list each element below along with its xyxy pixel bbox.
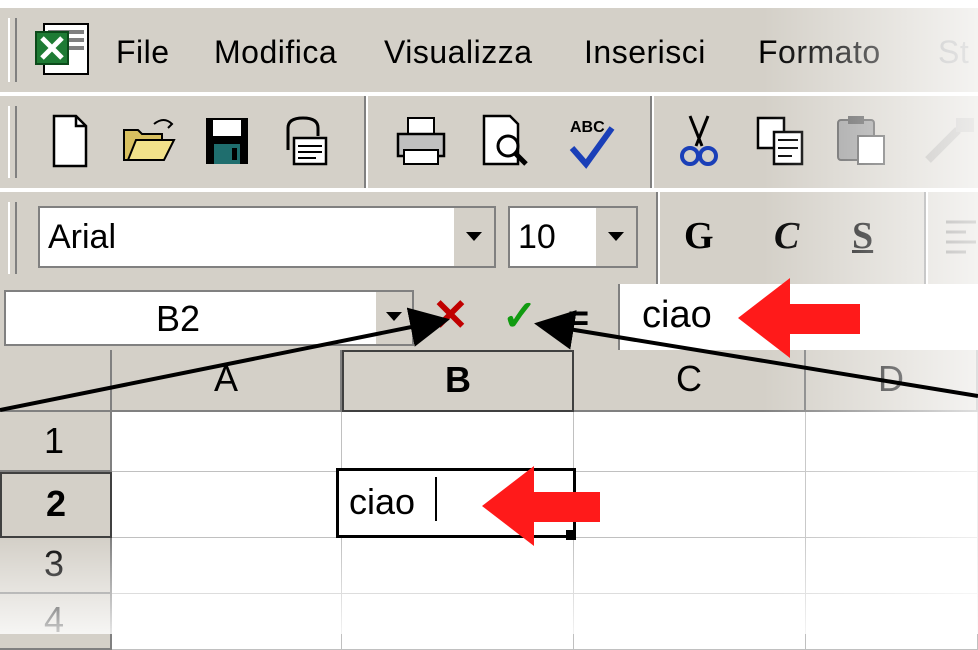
cell-c3[interactable] (574, 538, 806, 594)
cancel-button[interactable]: ✕ (432, 294, 469, 338)
mail-icon[interactable] (272, 110, 334, 172)
cell-a3[interactable] (112, 538, 342, 594)
cell-b1[interactable] (342, 412, 574, 472)
font-name-dropdown-icon[interactable] (452, 208, 494, 266)
name-box-value: B2 (156, 298, 201, 339)
formula-content: ciao (642, 294, 712, 336)
copy-icon[interactable] (748, 110, 810, 172)
menu-modifica[interactable]: Modifica (214, 34, 337, 71)
enter-button[interactable]: ✓ (502, 294, 537, 338)
toolbar-grip[interactable] (8, 18, 17, 82)
select-all-corner[interactable] (0, 350, 112, 412)
row-header-1[interactable]: 1 (0, 412, 112, 472)
font-size-combo[interactable]: 10 (508, 206, 638, 268)
column-header-c[interactable]: C (574, 350, 806, 412)
cell-a4[interactable] (112, 594, 342, 650)
menu-visualizza[interactable]: Visualizza (384, 34, 532, 71)
column-header-d[interactable]: D (806, 350, 978, 412)
cell-c2[interactable] (576, 472, 806, 538)
row-header-3[interactable]: 3 (0, 538, 112, 594)
font-size-value: 10 (518, 218, 556, 256)
cell-b4[interactable] (342, 594, 574, 650)
menu-inserisci[interactable]: Inserisci (584, 34, 706, 71)
cell-d1[interactable] (806, 412, 978, 472)
print-preview-icon[interactable] (474, 110, 536, 172)
column-header-b[interactable]: B (342, 350, 574, 412)
active-cell-b2[interactable]: ciao (336, 468, 576, 538)
cell-d3[interactable] (806, 538, 978, 594)
font-name-value: Arial (48, 218, 117, 256)
standard-toolbar: ABC (0, 96, 978, 188)
format-painter-icon[interactable] (918, 110, 978, 172)
font-size-dropdown-icon[interactable] (594, 208, 636, 266)
menu-strumenti[interactable]: St (938, 34, 969, 71)
row-header-4[interactable]: 4 (0, 594, 112, 650)
cell-d2[interactable] (806, 472, 978, 538)
cut-icon[interactable] (668, 110, 730, 172)
cell-c1[interactable] (574, 412, 806, 472)
menu-formato[interactable]: Formato (758, 34, 881, 71)
menu-file[interactable]: File (116, 34, 170, 71)
align-left-icon[interactable] (944, 218, 978, 258)
bold-button[interactable]: G (684, 214, 714, 258)
toolbar-grip[interactable] (8, 106, 17, 178)
cell-b3[interactable] (342, 538, 574, 594)
cell-a1[interactable] (112, 412, 342, 472)
edit-formula-button[interactable]: = (568, 296, 589, 340)
italic-button[interactable]: C (774, 214, 799, 258)
spelling-label: ABC (570, 119, 605, 136)
excel-app-icon[interactable] (34, 22, 92, 78)
name-box-dropdown-icon[interactable] (374, 292, 412, 344)
print-icon[interactable] (390, 110, 452, 172)
text-cursor (435, 477, 437, 521)
new-document-icon[interactable] (38, 110, 100, 172)
cell-a2[interactable] (112, 472, 342, 538)
underline-button[interactable]: S (852, 214, 873, 258)
row-header-2[interactable]: 2 (0, 472, 112, 538)
name-box[interactable]: B2 (4, 290, 414, 346)
menu-bar: File Modifica Visualizza Inserisci Forma… (0, 8, 978, 92)
font-name-combo[interactable]: Arial (38, 206, 496, 268)
active-cell-text: ciao (349, 481, 416, 522)
open-folder-icon[interactable] (118, 110, 180, 172)
spreadsheet-grid: A B C D 1 2 3 4 ciao (0, 350, 978, 650)
save-icon[interactable] (196, 110, 258, 172)
formula-bar: B2 ✕ ✓ = ciao (0, 284, 978, 350)
formatting-toolbar: Arial 10 G C S (0, 192, 978, 284)
column-header-a[interactable]: A (112, 350, 342, 412)
cell-c4[interactable] (574, 594, 806, 650)
cell-d4[interactable] (806, 594, 978, 650)
paste-icon[interactable] (830, 110, 892, 172)
formula-input[interactable]: ciao (618, 284, 978, 350)
toolbar-grip[interactable] (8, 202, 17, 274)
spelling-icon[interactable]: ABC (560, 110, 622, 172)
fill-handle[interactable] (566, 530, 576, 540)
